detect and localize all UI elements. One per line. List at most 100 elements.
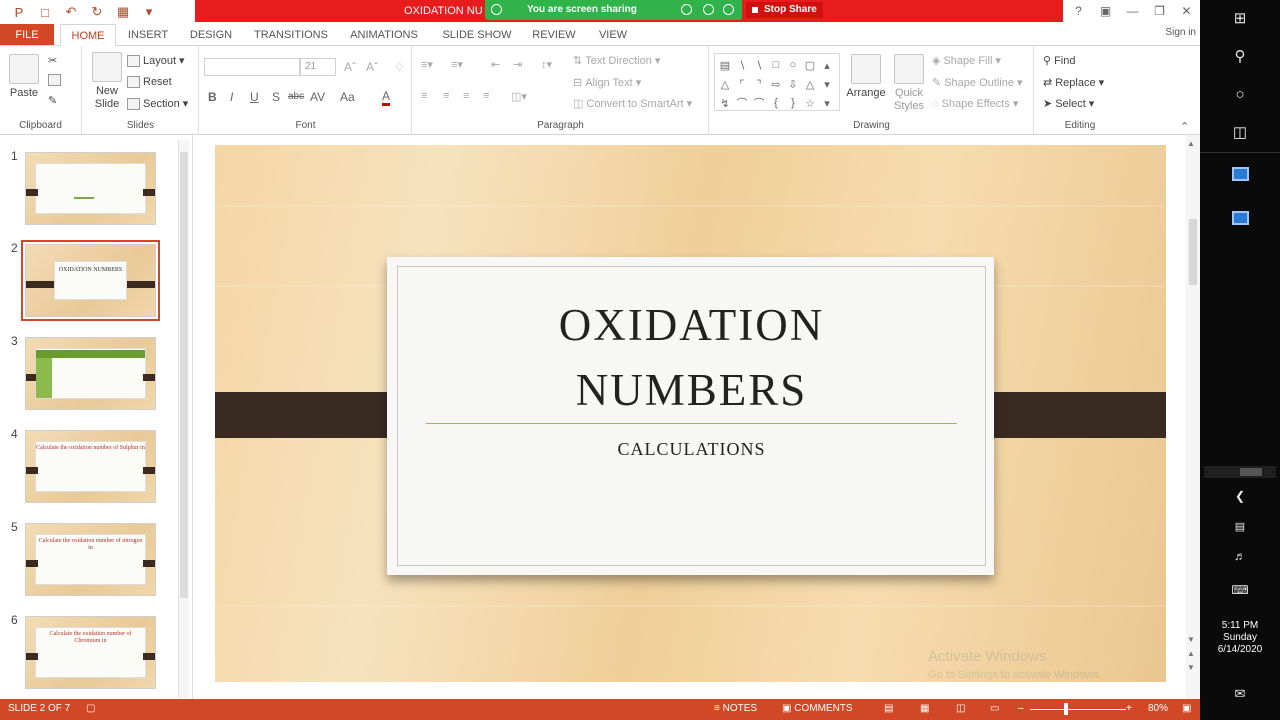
cut-icon[interactable]: ✂: [48, 54, 57, 67]
next-slide-icon[interactable]: ▼: [1187, 663, 1195, 672]
scroll-down-icon[interactable]: ▼: [1187, 635, 1195, 644]
tab-file[interactable]: FILE: [0, 24, 54, 46]
numbering-icon[interactable]: ≡▾: [451, 58, 463, 71]
ribbon-display-icon[interactable]: ▣: [1092, 0, 1119, 22]
reading-view-icon[interactable]: ◫: [956, 703, 965, 714]
scroll-up-icon[interactable]: ▲: [1187, 139, 1195, 148]
tab-home[interactable]: HOME: [60, 24, 116, 46]
zoom-taskbar-icon[interactable]: [1232, 211, 1249, 225]
layout-button[interactable]: Layout ▾: [127, 54, 185, 67]
zoom-slider[interactable]: [1030, 709, 1126, 710]
convert-smartart-button[interactable]: ◫ Convert to SmartArt ▾: [573, 97, 692, 111]
maximize-icon[interactable]: ❐: [1146, 0, 1173, 22]
reset-button[interactable]: Reset: [127, 76, 172, 88]
windows-start-icon[interactable]: ⊞: [1230, 8, 1250, 28]
normal-view-icon[interactable]: ▤: [884, 703, 893, 714]
star-shape-icon[interactable]: ☆: [802, 94, 818, 112]
gallery-more-icon[interactable]: ▾: [819, 94, 835, 112]
slide-thumbnail-4[interactable]: Calculate the oxidation number of Sulphu…: [25, 430, 156, 503]
search-icon[interactable]: ⚲: [1230, 46, 1250, 66]
fit-to-window-icon[interactable]: ▣: [1182, 703, 1191, 714]
increase-indent-icon[interactable]: ⇥: [513, 58, 522, 71]
canvas-scrollbar[interactable]: ▲ ▼ ▲ ▼: [1186, 135, 1200, 699]
record-icon[interactable]: [703, 4, 714, 15]
new-slide-button[interactable]: New Slide: [89, 52, 125, 111]
save-icon[interactable]: □: [34, 3, 56, 21]
close-icon[interactable]: ✕: [1173, 0, 1200, 22]
align-right-icon[interactable]: ≡: [463, 90, 469, 102]
gallery-scroll-icon[interactable]: ▾: [819, 75, 835, 93]
replace-button[interactable]: ⇄ Replace ▾: [1043, 76, 1104, 90]
zoom-slider-handle[interactable]: [1064, 703, 1068, 715]
zoom-out-icon[interactable]: –: [1018, 703, 1024, 714]
italic-button[interactable]: I: [230, 90, 233, 104]
brace-shape-icon[interactable]: }: [785, 94, 801, 112]
line-shape-icon[interactable]: ∖: [734, 56, 750, 74]
underline-button[interactable]: U: [250, 90, 259, 104]
text-shadow-button[interactable]: S: [272, 90, 280, 104]
keyboard-icon[interactable]: ⌨: [1230, 580, 1250, 600]
network-icon[interactable]: ▤: [1230, 516, 1250, 536]
tab-animations[interactable]: ANIMATIONS: [344, 24, 424, 46]
arc-shape-icon[interactable]: ⌒: [751, 94, 767, 112]
align-left-icon[interactable]: ≡: [421, 90, 427, 102]
clear-formatting-icon[interactable]: ♢: [394, 60, 405, 74]
select-button[interactable]: ➤ Select ▾: [1043, 97, 1094, 111]
shape-outline-button[interactable]: ✎ Shape Outline ▾: [932, 76, 1022, 90]
tab-transitions[interactable]: TRANSITIONS: [250, 24, 332, 46]
zoom-in-icon[interactable]: +: [1126, 703, 1132, 714]
section-button[interactable]: Section ▾: [127, 97, 188, 110]
collapse-ribbon-icon[interactable]: ⌃: [1180, 120, 1189, 133]
strikethrough-button[interactable]: abc: [288, 91, 304, 102]
arrow-right-shape-icon[interactable]: ⇨: [768, 75, 784, 93]
text-direction-button[interactable]: ⇅ Text Direction ▾: [573, 54, 660, 68]
bullets-icon[interactable]: ≡▾: [421, 58, 433, 71]
bold-button[interactable]: B: [208, 90, 217, 104]
slide-thumbnail-6[interactable]: Calculate the oxidation number of Chromi…: [25, 616, 156, 689]
columns-icon[interactable]: ◫▾: [511, 90, 527, 103]
audio-icon[interactable]: [681, 4, 692, 15]
pause-icon[interactable]: [723, 4, 734, 15]
notification-icon[interactable]: ✉: [1230, 684, 1250, 704]
zoom-level[interactable]: 80%: [1148, 703, 1168, 714]
tab-slide-show[interactable]: SLIDE SHOW: [438, 24, 516, 46]
previous-slide-icon[interactable]: ▲: [1187, 649, 1195, 658]
powerpoint-taskbar-icon[interactable]: [1232, 167, 1249, 181]
line-shape-icon[interactable]: ∖: [751, 56, 767, 74]
freeform-shape-icon[interactable]: ↯: [717, 94, 733, 112]
align-center-icon[interactable]: ≡: [443, 90, 449, 102]
volume-icon[interactable]: ♬: [1230, 546, 1250, 566]
justify-icon[interactable]: ≡: [483, 90, 489, 102]
align-text-button[interactable]: ⊟ Align Text ▾: [573, 76, 641, 90]
copy-icon[interactable]: [48, 74, 61, 86]
tab-design[interactable]: DESIGN: [182, 24, 240, 46]
taskbar-scrollbar[interactable]: [1204, 466, 1276, 478]
elbow-connector-icon[interactable]: ⌜: [734, 75, 750, 93]
flowchart-shape-icon[interactable]: △: [802, 75, 818, 93]
find-button[interactable]: ⚲ Find: [1043, 54, 1075, 68]
pin-icon[interactable]: [491, 4, 502, 15]
slide-title[interactable]: OXIDATION NUMBERS: [398, 293, 985, 423]
undo-icon[interactable]: ↶: [60, 3, 82, 21]
gallery-scroll-icon[interactable]: ▴: [819, 56, 835, 74]
slide-thumbnail-1[interactable]: [25, 152, 156, 225]
rectangle-shape-icon[interactable]: □: [768, 56, 784, 74]
decrease-font-icon[interactable]: Aˇ: [366, 60, 378, 74]
minimize-icon[interactable]: —: [1119, 0, 1146, 22]
arrow-down-shape-icon[interactable]: ⇩: [785, 75, 801, 93]
tab-review[interactable]: REVIEW: [528, 24, 580, 46]
customize-qat-icon[interactable]: ▾: [138, 3, 160, 21]
tab-view[interactable]: VIEW: [592, 24, 634, 46]
connector-icon[interactable]: ⌝: [751, 75, 767, 93]
slide-thumbnail-3[interactable]: [25, 337, 156, 410]
slide-canvas[interactable]: OXIDATION NUMBERS CALCULATIONS: [215, 145, 1166, 682]
redo-icon[interactable]: ↻: [86, 3, 108, 21]
system-clock[interactable]: 5:11 PM Sunday 6/14/2020: [1200, 620, 1280, 656]
increase-font-icon[interactable]: Aˆ: [344, 60, 356, 74]
shapes-gallery[interactable]: ▤ ∖ ∖ □ ○ ▢ ▴ △ ⌜ ⌝ ⇨ ⇩ △ ▾ ↯ ⌒ ⌒ { } ☆ …: [714, 53, 840, 111]
rounded-rectangle-shape-icon[interactable]: ▢: [802, 56, 818, 74]
triangle-shape-icon[interactable]: △: [717, 75, 733, 93]
start-from-beginning-icon[interactable]: ▦: [112, 3, 134, 21]
chevron-left-icon[interactable]: ❮: [1230, 486, 1250, 506]
character-spacing-button[interactable]: AV: [310, 90, 325, 104]
